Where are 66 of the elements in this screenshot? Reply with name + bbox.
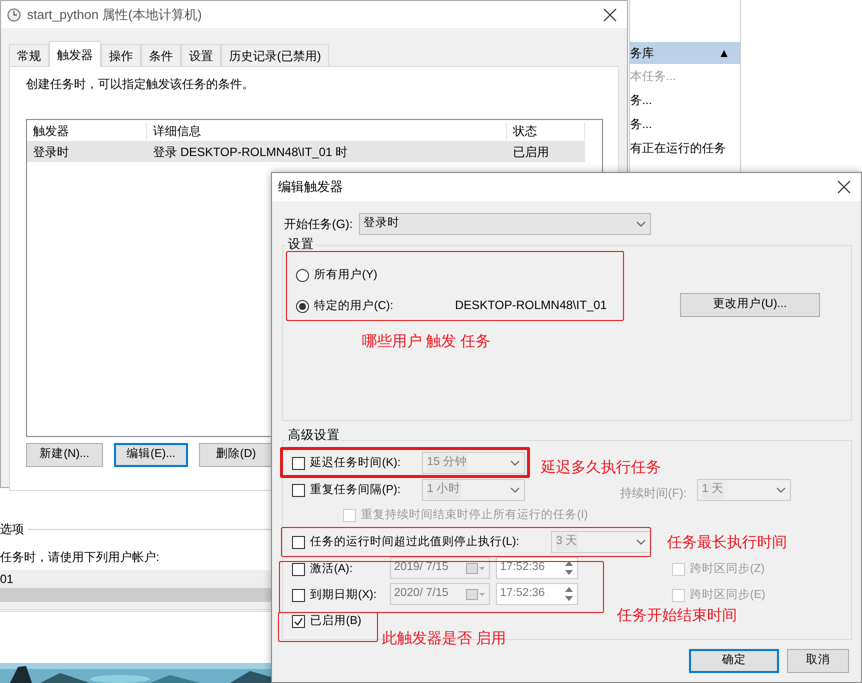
annotation-text: 延迟多久执行任务 [541, 458, 661, 478]
dropdown[interactable]: 登录时 [358, 213, 651, 235]
annotation-text: 哪些用户 触发 任务 [362, 332, 490, 352]
button[interactable]: 确定 [689, 649, 779, 673]
option-label: 重复持续时间结束时停止所有运行的任务(I) [361, 508, 588, 523]
close-icon [603, 8, 617, 22]
checkbox[interactable] [292, 457, 305, 470]
chevron-down-icon [636, 221, 646, 227]
button[interactable]: 删除(D) [199, 443, 273, 467]
section-heading: 选项 [0, 521, 24, 538]
window-title: 编辑触发器 [278, 178, 344, 196]
tab[interactable]: 历史记录(已禁用) [221, 44, 329, 66]
tab[interactable]: 条件 [141, 44, 181, 66]
tab[interactable]: 设置 [181, 44, 221, 66]
checkbox[interactable] [292, 536, 305, 550]
option-label: 延迟任务时间(K): [310, 456, 401, 471]
user-name: DESKTOP-ROLMN48\IT_01 [455, 297, 607, 314]
option-label: 跨时区同步(Z) [690, 562, 765, 577]
option-label: 已启用(B) [310, 614, 362, 629]
description-text: 创建任务时，可以指定触发该任务的条件。 [26, 76, 255, 93]
option-label: 所有用户(Y) [314, 267, 378, 283]
calendar-icon [466, 562, 486, 574]
radio-button[interactable] [296, 300, 309, 314]
spinner-icon [564, 559, 574, 577]
time-field[interactable]: 17:52:36 [496, 557, 578, 579]
action-link[interactable]: 有正在运行的任务 [630, 136, 740, 160]
option-label: 特定的用户(C): [314, 298, 394, 314]
annotation-text: 任务开始结束时间 [617, 606, 737, 626]
button[interactable]: 编辑(E)... [114, 443, 188, 467]
chevron-down-icon [510, 487, 520, 493]
button[interactable]: 取消 [787, 649, 849, 673]
checkbox[interactable] [292, 615, 305, 628]
action-link[interactable]: 务... [630, 112, 740, 136]
chevron-down-icon [776, 487, 786, 493]
clock-icon [7, 8, 21, 22]
calendar-icon [466, 588, 486, 600]
field-label: 开始任务(G): [284, 216, 353, 233]
radio-button[interactable] [296, 269, 309, 282]
chevron-down-icon [510, 460, 520, 466]
tab[interactable]: 操作 [101, 44, 141, 66]
field-label: 持续时间(F): [620, 485, 687, 502]
tab[interactable]: 常规 [9, 44, 49, 66]
annotation-text: 此触发器是否 启用 [382, 629, 506, 649]
button[interactable]: 新建(N)... [26, 443, 103, 467]
table-row[interactable]: 登录时 登录 DESKTOP-ROLMN48\IT_01 时 已启用 [27, 141, 585, 162]
checkbox[interactable] [292, 563, 305, 576]
section-header[interactable]: 务库 ▲ [630, 42, 740, 64]
option-label: 重复任务间隔(P): [310, 482, 401, 498]
tab[interactable]: 触发器 [49, 41, 101, 67]
checkbox[interactable] [292, 589, 305, 602]
annotation-text: 任务最长执行时间 [667, 533, 787, 553]
window-title: start_python 属性(本地计算机) [27, 6, 203, 24]
chevron-down-icon [636, 539, 646, 545]
option-label: 跨时区同步(E) [690, 588, 766, 603]
time-field[interactable]: 17:52:36 [496, 583, 578, 605]
checkbox[interactable] [292, 484, 305, 498]
change-user-button[interactable]: 更改用户(U)... [680, 293, 820, 317]
close-icon [837, 180, 851, 194]
option-label: 激活(A): [310, 562, 353, 577]
date-field[interactable]: 2019/ 7/15 [390, 557, 490, 579]
option-label: 到期日期(X): [310, 588, 377, 603]
spinner-icon [564, 585, 574, 603]
date-field[interactable]: 2020/ 7/15 [390, 583, 490, 605]
action-link[interactable]: 务... [630, 88, 740, 112]
account-field: 01 [0, 570, 271, 588]
option-label: 任务的运行时间超过此值则停止执行(L): [310, 534, 520, 550]
